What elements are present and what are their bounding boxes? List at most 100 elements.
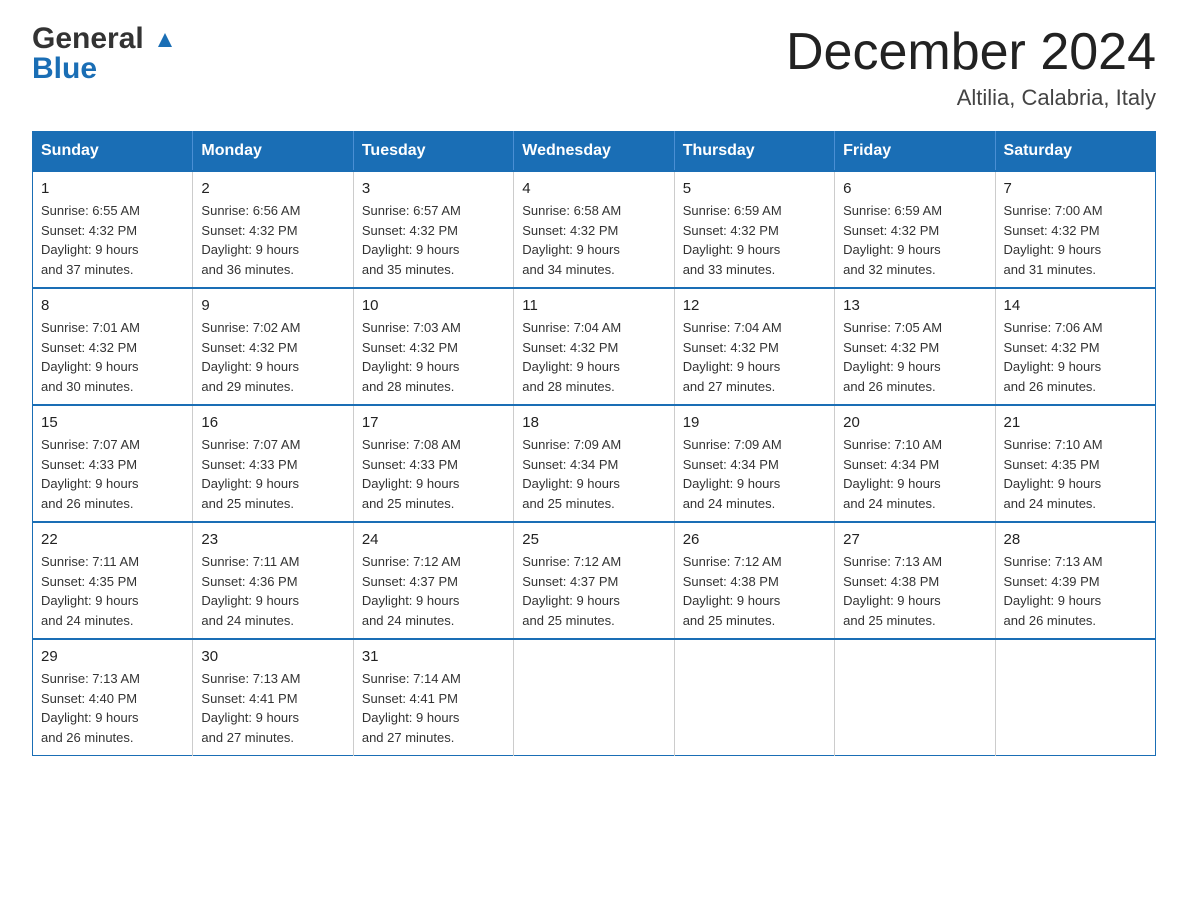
calendar-day-cell: 12 Sunrise: 7:04 AM Sunset: 4:32 PM Dayl… xyxy=(674,288,834,405)
day-info: Sunrise: 7:13 AM Sunset: 4:40 PM Dayligh… xyxy=(41,669,184,747)
day-info: Sunrise: 7:08 AM Sunset: 4:33 PM Dayligh… xyxy=(362,435,505,513)
day-info: Sunrise: 7:12 AM Sunset: 4:37 PM Dayligh… xyxy=(522,552,665,630)
day-info: Sunrise: 6:57 AM Sunset: 4:32 PM Dayligh… xyxy=(362,201,505,279)
day-number: 27 xyxy=(843,531,986,548)
calendar-day-cell xyxy=(995,639,1155,756)
day-number: 22 xyxy=(41,531,184,548)
calendar-day-cell xyxy=(674,639,834,756)
day-number: 21 xyxy=(1004,414,1147,431)
day-info: Sunrise: 7:04 AM Sunset: 4:32 PM Dayligh… xyxy=(683,318,826,396)
calendar-day-cell: 6 Sunrise: 6:59 AM Sunset: 4:32 PM Dayli… xyxy=(835,171,995,288)
day-info: Sunrise: 6:59 AM Sunset: 4:32 PM Dayligh… xyxy=(683,201,826,279)
calendar-day-cell: 31 Sunrise: 7:14 AM Sunset: 4:41 PM Dayl… xyxy=(353,639,513,756)
calendar-day-cell: 13 Sunrise: 7:05 AM Sunset: 4:32 PM Dayl… xyxy=(835,288,995,405)
calendar-week-row: 15 Sunrise: 7:07 AM Sunset: 4:33 PM Dayl… xyxy=(33,405,1156,522)
calendar-day-cell: 22 Sunrise: 7:11 AM Sunset: 4:35 PM Dayl… xyxy=(33,522,193,639)
day-number: 1 xyxy=(41,180,184,197)
calendar-day-cell: 16 Sunrise: 7:07 AM Sunset: 4:33 PM Dayl… xyxy=(193,405,353,522)
day-number: 12 xyxy=(683,297,826,314)
calendar-week-row: 1 Sunrise: 6:55 AM Sunset: 4:32 PM Dayli… xyxy=(33,171,1156,288)
calendar-day-cell: 11 Sunrise: 7:04 AM Sunset: 4:32 PM Dayl… xyxy=(514,288,674,405)
day-number: 20 xyxy=(843,414,986,431)
calendar-week-row: 29 Sunrise: 7:13 AM Sunset: 4:40 PM Dayl… xyxy=(33,639,1156,756)
day-number: 31 xyxy=(362,648,505,665)
calendar-day-cell: 2 Sunrise: 6:56 AM Sunset: 4:32 PM Dayli… xyxy=(193,171,353,288)
days-of-week-row: SundayMondayTuesdayWednesdayThursdayFrid… xyxy=(33,132,1156,172)
calendar-header: SundayMondayTuesdayWednesdayThursdayFrid… xyxy=(33,132,1156,172)
calendar-table: SundayMondayTuesdayWednesdayThursdayFrid… xyxy=(32,131,1156,756)
calendar-day-cell: 21 Sunrise: 7:10 AM Sunset: 4:35 PM Dayl… xyxy=(995,405,1155,522)
day-number: 2 xyxy=(201,180,344,197)
day-info: Sunrise: 7:12 AM Sunset: 4:38 PM Dayligh… xyxy=(683,552,826,630)
title-area: December 2024 Altilia, Calabria, Italy xyxy=(786,24,1156,111)
calendar-day-cell: 17 Sunrise: 7:08 AM Sunset: 4:33 PM Dayl… xyxy=(353,405,513,522)
day-number: 28 xyxy=(1004,531,1147,548)
calendar-day-cell: 5 Sunrise: 6:59 AM Sunset: 4:32 PM Dayli… xyxy=(674,171,834,288)
calendar-day-cell: 19 Sunrise: 7:09 AM Sunset: 4:34 PM Dayl… xyxy=(674,405,834,522)
calendar-week-row: 8 Sunrise: 7:01 AM Sunset: 4:32 PM Dayli… xyxy=(33,288,1156,405)
calendar-day-cell: 15 Sunrise: 7:07 AM Sunset: 4:33 PM Dayl… xyxy=(33,405,193,522)
calendar-day-cell: 18 Sunrise: 7:09 AM Sunset: 4:34 PM Dayl… xyxy=(514,405,674,522)
day-info: Sunrise: 7:06 AM Sunset: 4:32 PM Dayligh… xyxy=(1004,318,1147,396)
calendar-day-cell: 8 Sunrise: 7:01 AM Sunset: 4:32 PM Dayli… xyxy=(33,288,193,405)
calendar-day-cell: 14 Sunrise: 7:06 AM Sunset: 4:32 PM Dayl… xyxy=(995,288,1155,405)
day-info: Sunrise: 7:10 AM Sunset: 4:35 PM Dayligh… xyxy=(1004,435,1147,513)
day-info: Sunrise: 7:07 AM Sunset: 4:33 PM Dayligh… xyxy=(41,435,184,513)
calendar-body: 1 Sunrise: 6:55 AM Sunset: 4:32 PM Dayli… xyxy=(33,171,1156,756)
day-number: 30 xyxy=(201,648,344,665)
day-number: 8 xyxy=(41,297,184,314)
calendar-day-cell: 3 Sunrise: 6:57 AM Sunset: 4:32 PM Dayli… xyxy=(353,171,513,288)
day-info: Sunrise: 7:10 AM Sunset: 4:34 PM Dayligh… xyxy=(843,435,986,513)
day-info: Sunrise: 7:07 AM Sunset: 4:33 PM Dayligh… xyxy=(201,435,344,513)
logo-triangle-icon xyxy=(154,29,176,51)
calendar-day-cell: 20 Sunrise: 7:10 AM Sunset: 4:34 PM Dayl… xyxy=(835,405,995,522)
page-header: General Blue December 2024 Altilia, Cala… xyxy=(32,24,1156,111)
calendar-day-cell: 26 Sunrise: 7:12 AM Sunset: 4:38 PM Dayl… xyxy=(674,522,834,639)
day-info: Sunrise: 7:13 AM Sunset: 4:41 PM Dayligh… xyxy=(201,669,344,747)
day-info: Sunrise: 6:58 AM Sunset: 4:32 PM Dayligh… xyxy=(522,201,665,279)
day-of-week-header: Monday xyxy=(193,132,353,172)
day-info: Sunrise: 7:03 AM Sunset: 4:32 PM Dayligh… xyxy=(362,318,505,396)
day-of-week-header: Saturday xyxy=(995,132,1155,172)
calendar-week-row: 22 Sunrise: 7:11 AM Sunset: 4:35 PM Dayl… xyxy=(33,522,1156,639)
day-info: Sunrise: 7:13 AM Sunset: 4:38 PM Dayligh… xyxy=(843,552,986,630)
day-number: 7 xyxy=(1004,180,1147,197)
day-number: 6 xyxy=(843,180,986,197)
calendar-day-cell: 1 Sunrise: 6:55 AM Sunset: 4:32 PM Dayli… xyxy=(33,171,193,288)
day-info: Sunrise: 7:13 AM Sunset: 4:39 PM Dayligh… xyxy=(1004,552,1147,630)
logo: General Blue xyxy=(32,24,176,84)
day-number: 26 xyxy=(683,531,826,548)
day-of-week-header: Wednesday xyxy=(514,132,674,172)
day-info: Sunrise: 6:56 AM Sunset: 4:32 PM Dayligh… xyxy=(201,201,344,279)
day-number: 4 xyxy=(522,180,665,197)
day-of-week-header: Thursday xyxy=(674,132,834,172)
calendar-day-cell xyxy=(514,639,674,756)
day-info: Sunrise: 6:55 AM Sunset: 4:32 PM Dayligh… xyxy=(41,201,184,279)
logo-blue-text: Blue xyxy=(32,54,176,84)
day-info: Sunrise: 7:09 AM Sunset: 4:34 PM Dayligh… xyxy=(683,435,826,513)
calendar-subtitle: Altilia, Calabria, Italy xyxy=(786,85,1156,111)
day-number: 9 xyxy=(201,297,344,314)
day-of-week-header: Friday xyxy=(835,132,995,172)
day-number: 24 xyxy=(362,531,505,548)
day-info: Sunrise: 7:00 AM Sunset: 4:32 PM Dayligh… xyxy=(1004,201,1147,279)
day-info: Sunrise: 7:11 AM Sunset: 4:35 PM Dayligh… xyxy=(41,552,184,630)
day-info: Sunrise: 7:01 AM Sunset: 4:32 PM Dayligh… xyxy=(41,318,184,396)
day-number: 13 xyxy=(843,297,986,314)
day-info: Sunrise: 6:59 AM Sunset: 4:32 PM Dayligh… xyxy=(843,201,986,279)
day-info: Sunrise: 7:12 AM Sunset: 4:37 PM Dayligh… xyxy=(362,552,505,630)
calendar-day-cell: 7 Sunrise: 7:00 AM Sunset: 4:32 PM Dayli… xyxy=(995,171,1155,288)
calendar-title: December 2024 xyxy=(786,24,1156,81)
calendar-day-cell: 10 Sunrise: 7:03 AM Sunset: 4:32 PM Dayl… xyxy=(353,288,513,405)
calendar-day-cell: 30 Sunrise: 7:13 AM Sunset: 4:41 PM Dayl… xyxy=(193,639,353,756)
calendar-day-cell xyxy=(835,639,995,756)
calendar-day-cell: 27 Sunrise: 7:13 AM Sunset: 4:38 PM Dayl… xyxy=(835,522,995,639)
day-number: 14 xyxy=(1004,297,1147,314)
day-number: 25 xyxy=(522,531,665,548)
day-number: 18 xyxy=(522,414,665,431)
calendar-day-cell: 25 Sunrise: 7:12 AM Sunset: 4:37 PM Dayl… xyxy=(514,522,674,639)
calendar-day-cell: 29 Sunrise: 7:13 AM Sunset: 4:40 PM Dayl… xyxy=(33,639,193,756)
day-of-week-header: Sunday xyxy=(33,132,193,172)
calendar-day-cell: 9 Sunrise: 7:02 AM Sunset: 4:32 PM Dayli… xyxy=(193,288,353,405)
calendar-day-cell: 28 Sunrise: 7:13 AM Sunset: 4:39 PM Dayl… xyxy=(995,522,1155,639)
